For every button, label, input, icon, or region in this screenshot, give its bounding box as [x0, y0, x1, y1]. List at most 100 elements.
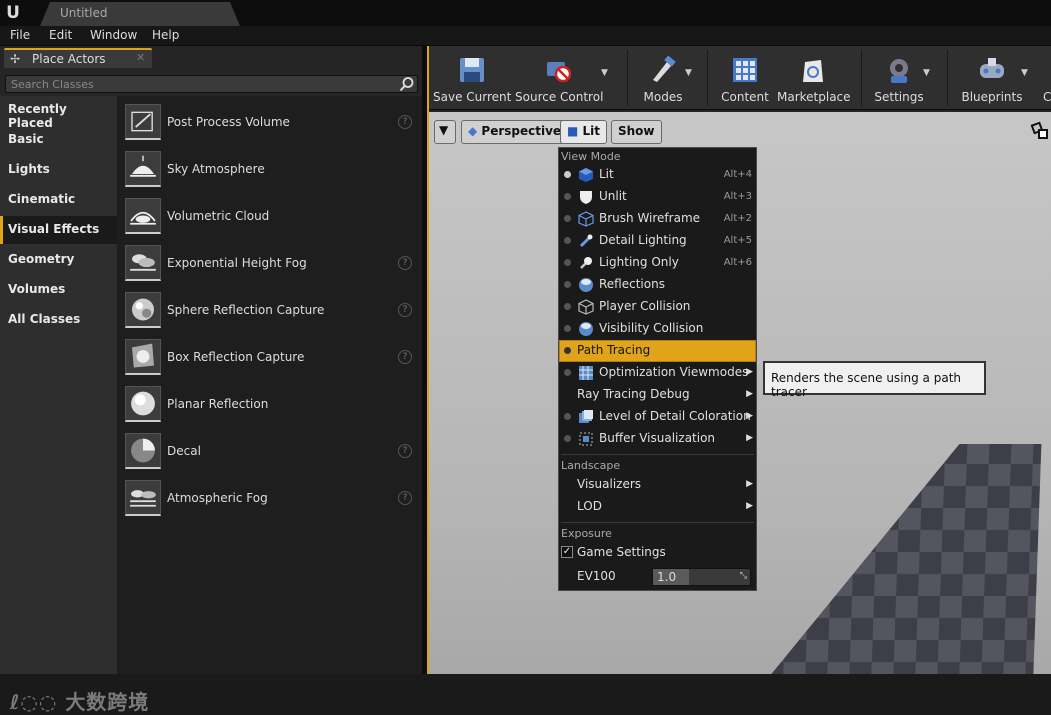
- view-mode-lit[interactable]: Lit Alt+4: [559, 164, 756, 186]
- lod-coloration-submenu[interactable]: Level of Detail Coloration ▶: [559, 406, 756, 428]
- category-lights[interactable]: Lights: [0, 156, 117, 184]
- help-icon[interactable]: ?: [398, 303, 412, 317]
- view-mode-unlit[interactable]: Unlit Alt+3: [559, 186, 756, 208]
- actor-decal[interactable]: Decal ?: [117, 430, 422, 477]
- landscape-visualizers-submenu[interactable]: Visualizers ▶: [559, 474, 756, 496]
- perspective-button[interactable]: ◆ Perspective: [461, 120, 569, 144]
- visibility-sphere-icon: [579, 322, 593, 336]
- document-tab[interactable]: Untitled: [40, 2, 240, 26]
- source-control-button[interactable]: Source Control: [515, 52, 603, 108]
- content-browser-icon: [733, 58, 757, 82]
- optimization-grid-icon: [579, 366, 593, 380]
- transform-gizmo-icon[interactable]: [1029, 118, 1051, 142]
- radio-icon: [564, 347, 571, 354]
- actor-exponential-height-fog[interactable]: Exponential Height Fog ?: [117, 242, 422, 289]
- view-mode-brush-wireframe[interactable]: Brush Wireframe Alt+2: [559, 208, 756, 230]
- actor-label: Post Process Volume: [167, 115, 290, 129]
- settings-button[interactable]: Settings: [869, 52, 929, 108]
- blueprints-icon: [980, 58, 1004, 78]
- perspective-label: Perspective: [481, 124, 562, 138]
- game-settings-toggle[interactable]: ✓ Game Settings: [559, 542, 756, 564]
- menu-item-label: Ray Tracing Debug: [577, 387, 690, 401]
- search-icon[interactable]: [399, 76, 415, 92]
- blueprints-button[interactable]: Blueprints: [957, 52, 1027, 108]
- actor-volumetric-cloud[interactable]: Volumetric Cloud: [117, 195, 422, 242]
- help-icon[interactable]: ?: [398, 115, 412, 129]
- menu-file[interactable]: File: [10, 28, 30, 42]
- content-button[interactable]: Content: [717, 52, 773, 108]
- settings-dropdown-icon[interactable]: ▼: [923, 68, 930, 78]
- close-icon[interactable]: ✕: [136, 51, 145, 64]
- modes-dropdown-icon[interactable]: ▼: [685, 68, 692, 78]
- radio-icon: [564, 259, 571, 266]
- landscape-lod-submenu[interactable]: LOD ▶: [559, 496, 756, 518]
- help-icon[interactable]: ?: [398, 444, 412, 458]
- search-classes-box: [5, 75, 418, 93]
- menu-window[interactable]: Window: [90, 28, 137, 42]
- radio-icon: [564, 281, 571, 288]
- blueprints-dropdown-icon[interactable]: ▼: [1021, 68, 1028, 78]
- help-icon[interactable]: ?: [398, 491, 412, 505]
- sky-atmosphere-icon: [125, 151, 161, 187]
- show-button[interactable]: Show: [611, 120, 662, 144]
- view-mode-reflections[interactable]: Reflections: [559, 274, 756, 296]
- optimization-viewmodes-submenu[interactable]: Optimization Viewmodes ▶: [559, 362, 756, 384]
- ray-tracing-debug-submenu[interactable]: Ray Tracing Debug ▶: [559, 384, 756, 406]
- toolbar-separator: [947, 50, 948, 106]
- actor-label: Atmospheric Fog: [167, 491, 268, 505]
- lit-label: Lit: [582, 124, 601, 138]
- menu-item-label: Visibility Collision: [599, 321, 704, 335]
- fog-icon: [125, 245, 161, 281]
- search-classes-input[interactable]: [6, 76, 396, 92]
- view-mode-player-collision[interactable]: Player Collision: [559, 296, 756, 318]
- atmospheric-fog-icon: [125, 480, 161, 516]
- category-cinematic[interactable]: Cinematic: [0, 186, 117, 214]
- actor-sky-atmosphere[interactable]: Sky Atmosphere: [117, 148, 422, 195]
- menu-help[interactable]: Help: [152, 28, 179, 42]
- marketplace-button[interactable]: Marketplace: [777, 52, 851, 108]
- radio-icon: [564, 325, 571, 332]
- menu-divider: [561, 522, 754, 523]
- actor-label: Sphere Reflection Capture: [167, 303, 325, 317]
- save-current-button[interactable]: Save Current: [433, 52, 511, 108]
- content-label: Content: [721, 90, 769, 104]
- cube-icon: ■: [567, 124, 579, 138]
- source-control-dropdown-icon[interactable]: ▼: [601, 68, 608, 78]
- category-visual-effects[interactable]: Visual Effects: [0, 216, 117, 244]
- view-mode-detail-lighting[interactable]: Detail Lighting Alt+5: [559, 230, 756, 252]
- ev100-spinbox[interactable]: 1.0 ⤡: [652, 568, 751, 586]
- unreal-logo-icon[interactable]: U: [0, 0, 26, 26]
- category-geometry[interactable]: Geometry: [0, 246, 117, 274]
- post-process-volume-icon: [125, 104, 161, 140]
- actor-post-process-volume[interactable]: Post Process Volume ?: [117, 101, 422, 148]
- modes-icon: [653, 55, 676, 82]
- view-mode-path-tracing[interactable]: Path Tracing: [559, 340, 756, 362]
- category-recently-placed[interactable]: Recently Placed: [0, 96, 117, 130]
- viewport-options-button[interactable]: ▼: [434, 120, 456, 144]
- game-settings-checkbox[interactable]: ✓: [561, 546, 573, 558]
- cinematics-button[interactable]: C: [1039, 52, 1051, 108]
- submenu-arrow-icon: ▶: [746, 367, 753, 377]
- actor-planar-reflection[interactable]: Planar Reflection: [117, 383, 422, 430]
- place-actors-tab[interactable]: ✢ Place Actors ✕: [4, 48, 152, 68]
- category-all-classes[interactable]: All Classes: [0, 306, 117, 334]
- document-tab-label: Untitled: [60, 6, 108, 20]
- menu-edit[interactable]: Edit: [49, 28, 72, 42]
- buffer-visualization-submenu[interactable]: Buffer Visualization ▶: [559, 428, 756, 450]
- help-icon[interactable]: ?: [398, 350, 412, 364]
- actor-atmospheric-fog[interactable]: Atmospheric Fog ?: [117, 477, 422, 524]
- modes-button[interactable]: Modes: [633, 52, 693, 108]
- category-list: Recently Placed Basic Lights Cinematic V…: [0, 96, 117, 674]
- actor-sphere-reflection-capture[interactable]: Sphere Reflection Capture ?: [117, 289, 422, 336]
- view-mode-lighting-only[interactable]: Lighting Only Alt+6: [559, 252, 756, 274]
- view-mode-visibility-collision[interactable]: Visibility Collision: [559, 318, 756, 340]
- help-icon[interactable]: ?: [398, 256, 412, 270]
- category-volumes[interactable]: Volumes: [0, 276, 117, 304]
- radio-selected-icon: [564, 171, 571, 178]
- actor-box-reflection-capture[interactable]: Box Reflection Capture ?: [117, 336, 422, 383]
- menu-divider: [561, 454, 754, 455]
- lit-button[interactable]: ■ Lit: [560, 120, 608, 144]
- shortcut-label: Alt+4: [723, 169, 752, 180]
- toolbar-separator: [707, 50, 708, 106]
- category-basic[interactable]: Basic: [0, 126, 117, 154]
